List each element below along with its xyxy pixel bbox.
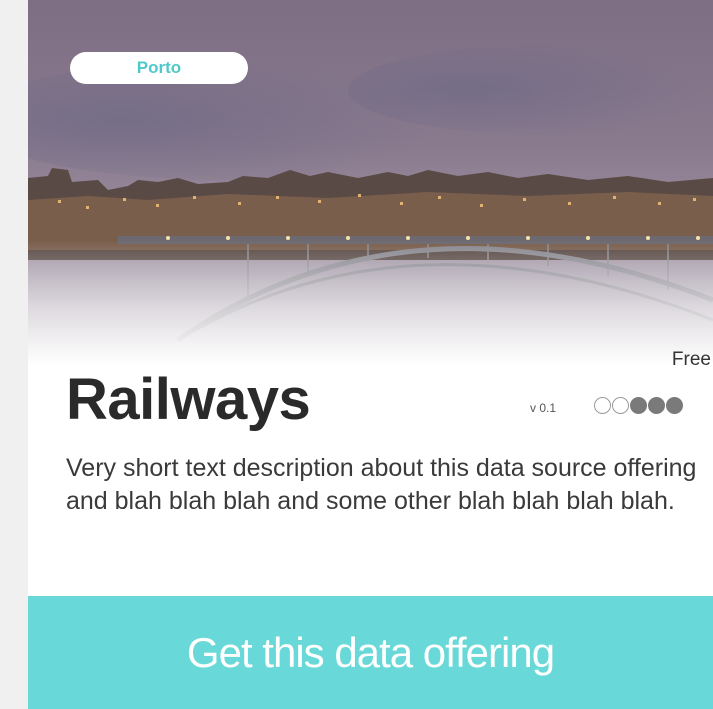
offering-card: Porto Free Railways v 0.1 Very short tex… xyxy=(28,0,713,709)
get-offering-button[interactable]: Get this data offering xyxy=(28,596,713,709)
location-tag[interactable]: Porto xyxy=(70,52,248,84)
offering-title: Railways xyxy=(66,367,311,432)
rating-dot-empty-icon xyxy=(612,397,629,414)
rating-dot-filled-icon xyxy=(648,397,665,414)
offering-description: Very short text description about this d… xyxy=(66,454,697,515)
price-label: Free xyxy=(671,349,711,370)
rating-dot-filled-icon xyxy=(666,397,683,414)
rating-dot-filled-icon xyxy=(630,397,647,414)
hero-image: Porto xyxy=(28,0,713,365)
version-label: v 0.1 xyxy=(530,401,557,415)
rating-indicator xyxy=(594,397,684,417)
rating-dot-empty-icon xyxy=(594,397,611,414)
